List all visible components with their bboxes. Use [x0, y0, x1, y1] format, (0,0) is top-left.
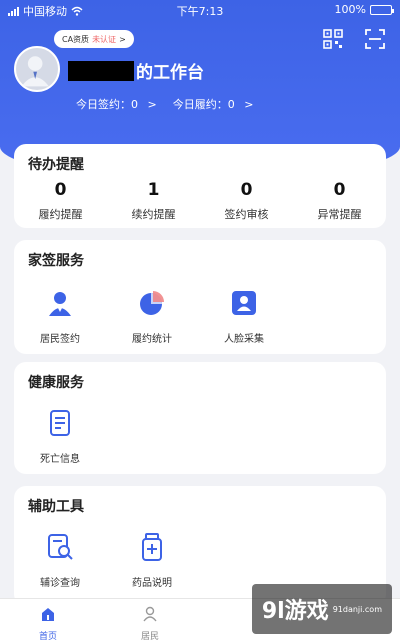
header-actions — [322, 28, 386, 50]
todo-label: 续约提醒 — [131, 208, 176, 221]
ca-status-badge[interactable]: CA资质 未认证 > — [54, 30, 134, 48]
pie-chart-icon — [140, 291, 164, 315]
today-stats: 今日签约：0 > 今日履约：0 > — [76, 96, 253, 112]
tab-label: 居民 — [140, 632, 159, 642]
page-title-text: 的工作台 — [136, 63, 204, 83]
chevron-right-icon: > — [119, 34, 126, 44]
status-bar: 中国移动 下午7:13 100% — [0, 0, 400, 20]
service-label: 人脸采集 — [224, 334, 264, 345]
qr-code-icon[interactable] — [322, 28, 344, 50]
ca-badge-status: 未认证 — [92, 34, 117, 44]
battery-percent: 100% — [334, 3, 366, 16]
service-fulfill-stats[interactable]: 履约统计 — [114, 288, 190, 345]
scan-icon[interactable] — [364, 28, 386, 50]
card-title: 健康服务 — [28, 375, 84, 391]
search-doc-icon — [48, 534, 73, 560]
tab-home[interactable]: 首页 — [18, 605, 78, 642]
todo-label: 签约审核 — [224, 208, 269, 221]
todo-card: 待办提醒 0 履约提醒 1 续约提醒 0 签约审核 0 异常提醒 — [14, 144, 386, 228]
todo-item-abnormal-reminder[interactable]: 0 异常提醒 — [293, 180, 386, 222]
chevron-right-icon: > — [244, 98, 254, 111]
stat-today-sign-label: 今日签约：0 — [76, 98, 138, 111]
tool-diagnosis-query[interactable]: 辅诊查询 — [22, 532, 98, 589]
home-icon — [42, 608, 54, 621]
todo-item-fulfill-reminder[interactable]: 0 履约提醒 — [14, 180, 107, 222]
battery-icon — [370, 4, 394, 15]
card-title: 辅助工具 — [28, 499, 84, 515]
avatar[interactable] — [14, 46, 60, 92]
service-label: 居民签约 — [40, 334, 80, 345]
service-face-capture[interactable]: 人脸采集 — [206, 288, 282, 345]
todo-count: 0 — [54, 180, 67, 200]
tab-residents[interactable]: 居民 — [120, 605, 180, 642]
card-title: 家签服务 — [28, 253, 84, 269]
todo-item-renew-reminder[interactable]: 1 续约提醒 — [107, 180, 200, 222]
stat-today-fulfill-label: 今日履约：0 — [172, 98, 235, 111]
service-label: 履约统计 — [132, 334, 172, 345]
chevron-right-icon: > — [147, 98, 157, 111]
ca-badge-label: CA资质 — [62, 34, 90, 44]
watermark-url: 91danji.com — [332, 604, 382, 614]
health-service-card: 健康服务 死亡信息 — [14, 362, 386, 474]
status-right: 100% — [334, 3, 394, 16]
tool-label: 辅诊查询 — [40, 578, 80, 589]
service-label: 死亡信息 — [40, 454, 80, 465]
service-death-info[interactable]: 死亡信息 — [22, 408, 98, 465]
resident-icon — [49, 292, 71, 316]
todo-count: 1 — [147, 180, 160, 200]
service-resident-sign[interactable]: 居民签约 — [22, 288, 98, 345]
site-watermark: 9l游戏 91danji.com — [251, 584, 392, 634]
stat-today-sign[interactable]: 今日签约：0 > — [76, 96, 157, 112]
user-avatar-icon — [21, 56, 49, 87]
todo-label: 异常提醒 — [317, 208, 362, 221]
family-sign-card: 家签服务 居民签约 履约统计 人脸采集 — [14, 240, 386, 354]
todo-count: 0 — [333, 180, 346, 200]
card-title: 待办提醒 — [28, 157, 84, 173]
todo-label: 履约提醒 — [38, 208, 83, 221]
tool-label: 药品说明 — [132, 578, 172, 589]
tab-label: 首页 — [38, 632, 57, 642]
todo-item-sign-review[interactable]: 0 签约审核 — [200, 180, 293, 222]
document-icon — [50, 410, 70, 436]
tool-medicine-info[interactable]: 药品说明 — [114, 532, 190, 589]
page-title: 的工作台 — [68, 58, 204, 83]
redacted-name — [68, 60, 134, 81]
medicine-icon — [142, 533, 162, 561]
todo-count: 0 — [240, 180, 253, 200]
face-id-icon — [232, 291, 256, 315]
resident-tab-icon — [143, 606, 157, 622]
watermark-logo: 9l游戏 — [261, 599, 329, 624]
stat-today-fulfill[interactable]: 今日履约：0 > — [173, 96, 254, 112]
